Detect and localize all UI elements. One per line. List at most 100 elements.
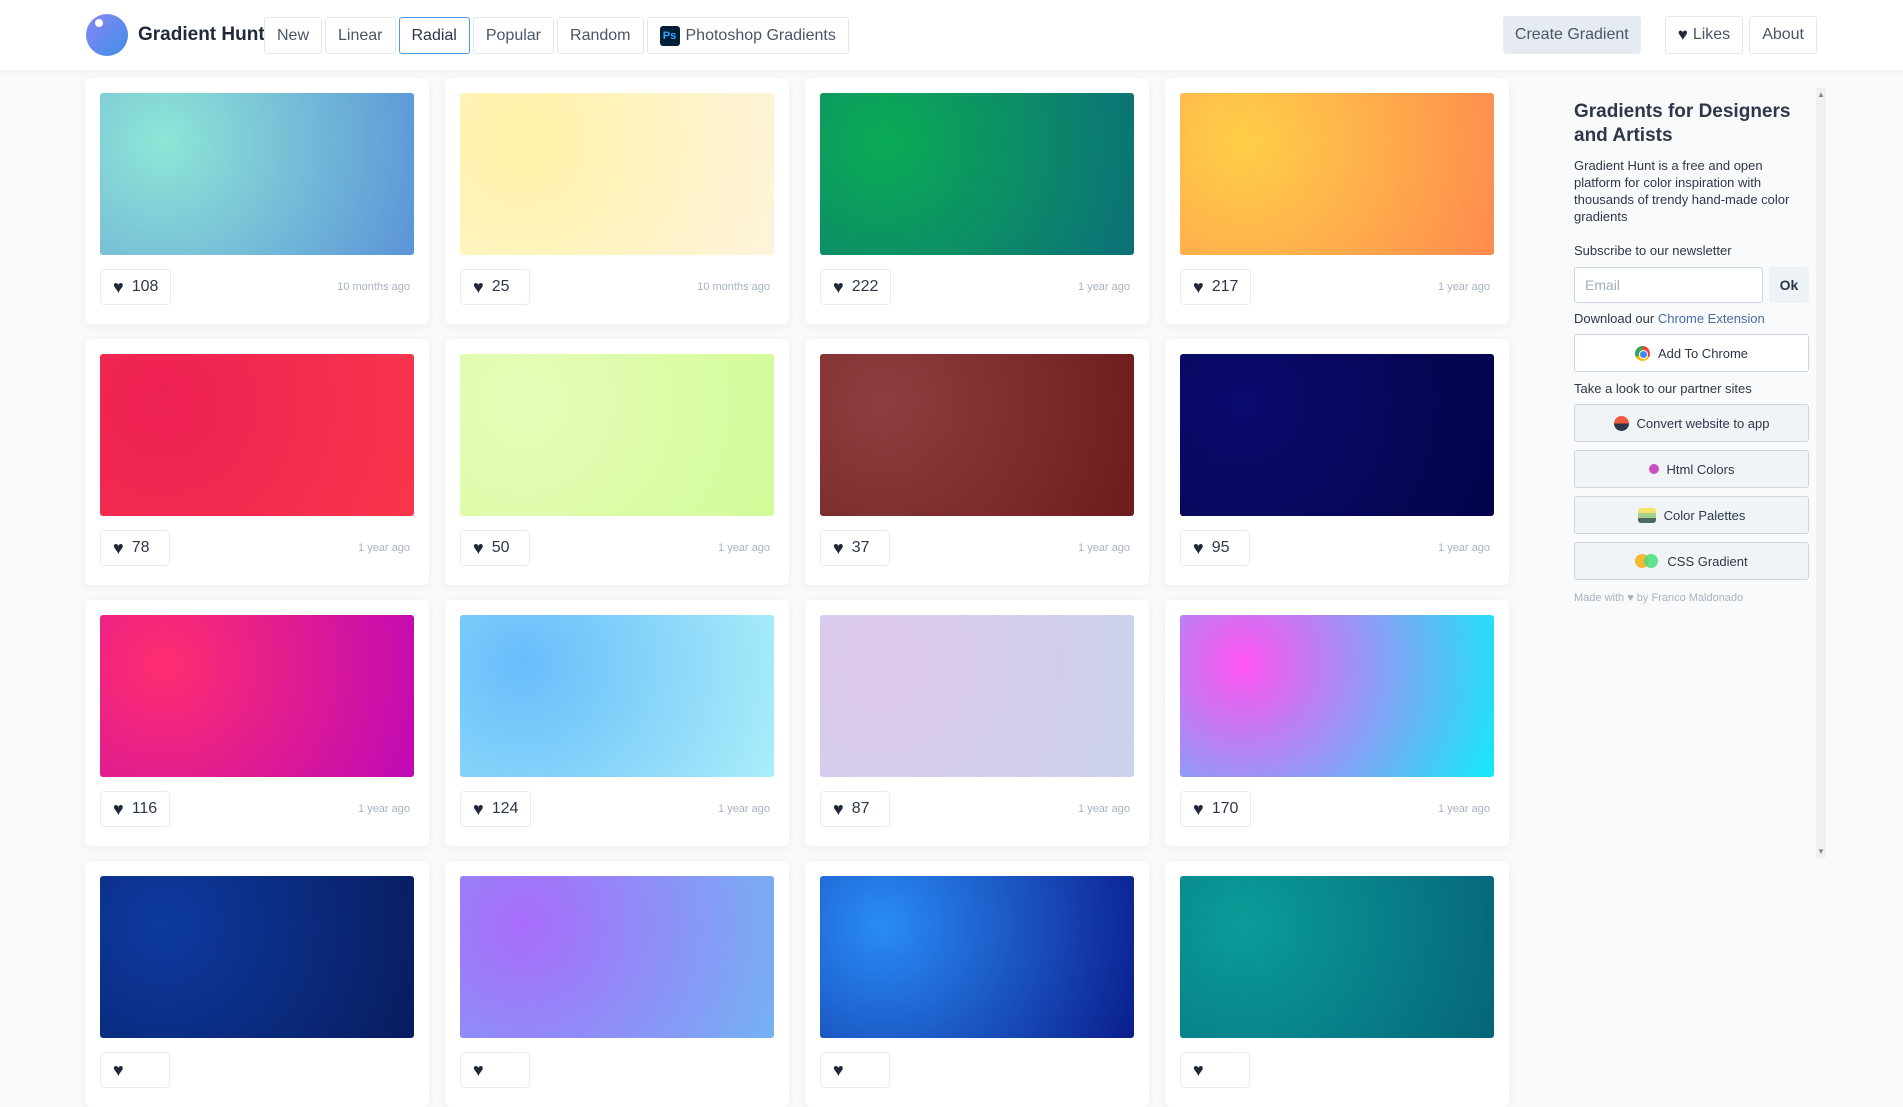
gradient-swatch[interactable] [820, 93, 1134, 255]
timestamp: 1 year ago [1438, 803, 1490, 815]
gradient-card[interactable]: ♥ [445, 861, 789, 1107]
about-button[interactable]: About [1749, 16, 1817, 54]
gradient-swatch[interactable] [100, 354, 414, 516]
like-button[interactable]: ♥ 25 [460, 269, 530, 305]
gradient-swatch[interactable] [1180, 615, 1494, 777]
like-button[interactable]: ♥ 87 [820, 791, 890, 827]
sidebar-scrollbar[interactable]: ▲ ▼ [1816, 88, 1826, 858]
gradient-swatch[interactable] [820, 615, 1134, 777]
like-button[interactable]: ♥ [100, 1052, 170, 1088]
card-footer: ♥ [100, 1052, 414, 1088]
card-footer: ♥ [1180, 1052, 1494, 1088]
add-to-chrome-button[interactable]: Add To Chrome [1574, 334, 1809, 372]
heart-icon: ♥ [1193, 276, 1204, 297]
download-label: Download our Chrome Extension [1574, 311, 1765, 326]
scroll-down-arrow-icon[interactable]: ▼ [1816, 847, 1826, 856]
gradient-card[interactable]: ♥ 217 1 year ago [1165, 78, 1509, 324]
gradient-swatch[interactable] [1180, 354, 1494, 516]
heart-icon: ♥ [113, 537, 124, 558]
tab-random[interactable]: Random [557, 17, 644, 54]
card-footer: ♥ 87 1 year ago [820, 791, 1134, 827]
timestamp: 1 year ago [718, 542, 770, 554]
heart-icon: ♥ [113, 276, 124, 297]
partner-color-palettes-button[interactable]: Color Palettes [1574, 496, 1809, 534]
tab-popular[interactable]: Popular [472, 17, 555, 54]
partner-css-gradient-button[interactable]: CSS Gradient [1574, 542, 1809, 580]
gradient-swatch[interactable] [460, 876, 774, 1038]
like-button[interactable]: ♥ 116 [100, 791, 171, 827]
like-button[interactable]: ♥ 37 [820, 530, 890, 566]
heart-icon: ♥ [1193, 537, 1204, 558]
heart-icon: ♥ [473, 798, 484, 819]
gradient-card[interactable]: ♥ 78 1 year ago [85, 339, 429, 585]
ok-button[interactable]: Ok [1769, 267, 1809, 303]
gradient-swatch[interactable] [820, 876, 1134, 1038]
partner-html-colors-button[interactable]: Html Colors [1574, 450, 1809, 488]
logo[interactable]: Gradient Hunt [86, 14, 265, 56]
like-button[interactable]: ♥ 50 [460, 530, 530, 566]
gradient-card[interactable]: ♥ 222 1 year ago [805, 78, 1149, 324]
gradient-card[interactable]: ♥ [85, 861, 429, 1107]
like-button[interactable]: ♥ 108 [100, 269, 172, 305]
like-button[interactable]: ♥ 222 [820, 269, 892, 305]
gradient-card[interactable]: ♥ 87 1 year ago [805, 600, 1149, 846]
boat-icon [1613, 415, 1629, 431]
card-footer: ♥ 124 1 year ago [460, 791, 774, 827]
gradient-card[interactable]: ♥ 50 1 year ago [445, 339, 789, 585]
like-button[interactable]: ♥ [1180, 1052, 1250, 1088]
newsletter-label: Subscribe to our newsletter [1574, 243, 1732, 258]
gradient-swatch[interactable] [460, 93, 774, 255]
like-button[interactable]: ♥ 124 [460, 791, 532, 827]
like-button[interactable]: ♥ [460, 1052, 530, 1088]
gradient-swatch[interactable] [1180, 93, 1494, 255]
timestamp: 1 year ago [358, 803, 410, 815]
timestamp: 1 year ago [1078, 803, 1130, 815]
tab-photoshop-gradients[interactable]: Ps Photoshop Gradients [646, 17, 849, 54]
card-footer: ♥ 78 1 year ago [100, 530, 414, 566]
like-button[interactable]: ♥ 217 [1180, 269, 1252, 305]
gradient-swatch[interactable] [820, 354, 1134, 516]
logo-icon [86, 14, 128, 56]
gradient-swatch[interactable] [1180, 876, 1494, 1038]
gradient-card[interactable]: ♥ [1165, 861, 1509, 1107]
likes-button[interactable]: ♥ Likes [1664, 16, 1744, 54]
timestamp: 10 months ago [337, 281, 410, 293]
email-input[interactable] [1574, 267, 1763, 303]
gradient-card[interactable]: ♥ [805, 861, 1149, 1107]
gradient-swatch[interactable] [460, 354, 774, 516]
create-gradient-button[interactable]: Create Gradient [1502, 16, 1641, 54]
gradient-swatch[interactable] [100, 615, 414, 777]
gradient-card[interactable]: ♥ 116 1 year ago [85, 600, 429, 846]
like-button[interactable]: ♥ 95 [1180, 530, 1250, 566]
tab-linear[interactable]: Linear [325, 17, 396, 54]
like-button[interactable]: ♥ [820, 1052, 890, 1088]
like-count: 95 [1211, 539, 1230, 556]
chrome-extension-link[interactable]: Chrome Extension [1658, 311, 1765, 326]
gradient-card[interactable]: ♥ 37 1 year ago [805, 339, 1149, 585]
card-footer: ♥ [460, 1052, 774, 1088]
like-button[interactable]: ♥ 78 [100, 530, 170, 566]
timestamp: 1 year ago [1438, 542, 1490, 554]
scroll-up-arrow-icon[interactable]: ▲ [1816, 90, 1826, 99]
heart-icon: ♥ [113, 1059, 124, 1080]
gradient-card[interactable]: ♥ 124 1 year ago [445, 600, 789, 846]
gradient-card[interactable]: ♥ 170 1 year ago [1165, 600, 1509, 846]
gradient-card[interactable]: ♥ 108 10 months ago [85, 78, 429, 324]
card-footer: ♥ 37 1 year ago [820, 530, 1134, 566]
gradient-swatch[interactable] [100, 93, 414, 255]
palette-icon [1637, 507, 1656, 523]
timestamp: 1 year ago [1078, 281, 1130, 293]
sidebar: Gradients for Designers and Artists Grad… [1574, 100, 1809, 604]
tab-radial[interactable]: Radial [398, 17, 470, 54]
partners-label: Take a look to our partner sites [1574, 381, 1752, 396]
partner-convert-website-button[interactable]: Convert website to app [1574, 404, 1809, 442]
gradient-card[interactable]: ♥ 25 10 months ago [445, 78, 789, 324]
heart-icon: ♥ [473, 1059, 484, 1080]
gradient-swatch[interactable] [100, 876, 414, 1038]
card-footer: ♥ 108 10 months ago [100, 269, 414, 305]
gradient-swatch[interactable] [460, 615, 774, 777]
tab-new[interactable]: New [264, 17, 323, 54]
gradient-card[interactable]: ♥ 95 1 year ago [1165, 339, 1509, 585]
like-button[interactable]: ♥ 170 [1180, 791, 1252, 827]
like-count: 217 [1211, 278, 1239, 295]
